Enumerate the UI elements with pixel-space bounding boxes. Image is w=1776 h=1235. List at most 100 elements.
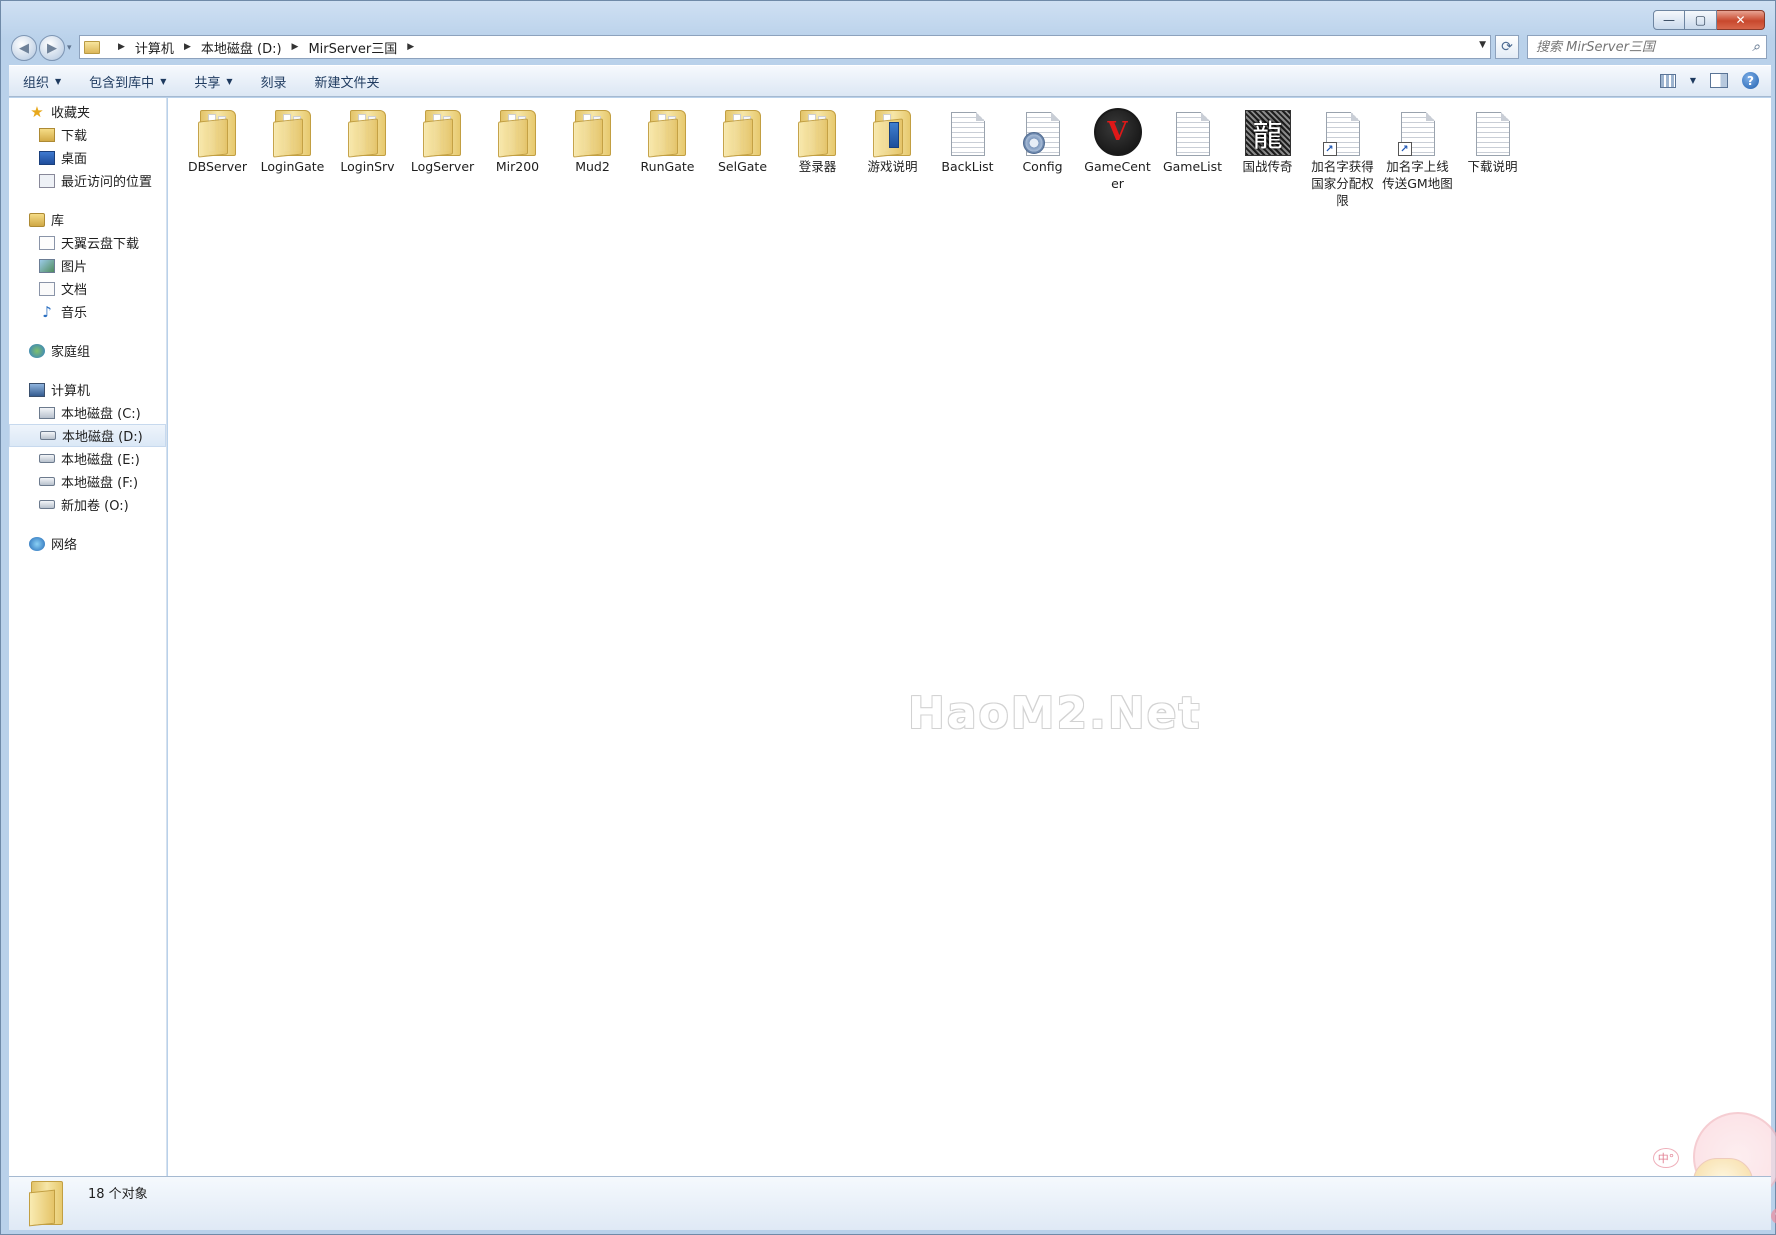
file-item-rungate[interactable]: RunGate: [630, 104, 705, 209]
command-bar: 组织 ▼ 包含到库中 ▼ 共享 ▼ 刻录 新建文件夹 ▼ ?: [9, 65, 1771, 97]
file-item-gamelist[interactable]: GameList: [1155, 104, 1230, 209]
book-folder-icon: [872, 110, 913, 158]
watermark-text: HaoM2.Net: [908, 688, 1202, 739]
sidebar-item-documents[interactable]: 文档: [9, 277, 166, 300]
hard-drive-icon: [39, 477, 55, 486]
file-item-mir200[interactable]: Mir200: [480, 104, 555, 209]
include-library-label: 包含到库中: [89, 75, 155, 91]
file-item-backlist[interactable]: BackList: [930, 104, 1005, 209]
address-bar[interactable]: ▶ 计算机 ▶ 本地磁盘 (D:) ▶ MirServer三国 ▶ ▼: [79, 35, 1491, 59]
file-item-shortcut-country-permission[interactable]: ↗ 加名字获得国家分配权限: [1305, 104, 1380, 209]
address-dropdown-icon[interactable]: ▼: [1479, 40, 1486, 50]
file-item-mud2[interactable]: Mud2: [555, 104, 630, 209]
breadcrumb-mirserver[interactable]: MirServer三国: [308, 38, 397, 57]
sidebar-item-music[interactable]: ♪ 音乐: [9, 300, 166, 323]
folder-icon: [422, 110, 463, 158]
sidebar-favorites[interactable]: ★ 收藏夹: [9, 100, 166, 123]
sidebar-item-desktop[interactable]: 桌面: [9, 146, 166, 169]
file-name: Mir200: [495, 159, 540, 174]
library-folder-icon: [39, 235, 55, 250]
sidebar-libraries[interactable]: 库: [9, 208, 166, 231]
text-file-icon: [1175, 112, 1210, 156]
organize-menu[interactable]: 组织 ▼: [9, 66, 75, 96]
share-menu[interactable]: 共享 ▼: [180, 66, 246, 96]
file-item-download-instructions[interactable]: 下载说明: [1455, 104, 1530, 209]
back-button[interactable]: ◀: [11, 35, 37, 61]
breadcrumb-separator[interactable]: ▶: [118, 42, 125, 52]
forward-button[interactable]: ▶: [39, 35, 65, 61]
file-item-config[interactable]: Config: [1005, 104, 1080, 209]
search-input[interactable]: [1536, 39, 1736, 55]
sidebar-item-label: 库: [51, 214, 65, 229]
file-item-logserver[interactable]: LogServer: [405, 104, 480, 209]
speech-bubble: 中°: [1653, 1148, 1679, 1168]
hard-drive-icon: [39, 454, 55, 463]
sidebar-item-cloud-downloads[interactable]: 天翼云盘下载: [9, 231, 166, 254]
sidebar-item-label: 天翼云盘下载: [61, 237, 140, 252]
address-row: ◀ ▶ ▾ ▶ 计算机 ▶ 本地磁盘 (D:) ▶ MirServer三国 ▶ ▼ ⟳…: [1, 33, 1776, 63]
folder-icon: [347, 110, 388, 158]
file-name: 加名字获得国家分配权限: [1311, 159, 1374, 208]
file-name: SelGate: [717, 159, 768, 174]
downloads-folder-icon: [39, 127, 55, 142]
file-item-guozhan-chuanqi[interactable]: 龍 国战传奇: [1230, 104, 1305, 209]
forward-arrow-icon: ▶: [47, 40, 57, 56]
preview-pane-icon[interactable]: [1710, 73, 1728, 88]
view-controls: ▼ ?: [1659, 72, 1759, 89]
minimize-button[interactable]: —: [1653, 10, 1685, 30]
network-icon: [29, 536, 45, 551]
navigation-pane: ★ 收藏夹 下载 桌面 最近访问的位置 库 天翼云盘下载 图片 文档 ♪ 音乐 家庭…: [9, 98, 167, 1176]
sidebar-item-recent-places[interactable]: 最近访问的位置: [9, 169, 166, 192]
sidebar-item-drive-e[interactable]: 本地磁盘 (E:): [9, 447, 166, 470]
sidebar-item-pictures[interactable]: 图片: [9, 254, 166, 277]
breadcrumb-separator[interactable]: ▶: [407, 42, 414, 52]
close-button[interactable]: ✕: [1717, 10, 1765, 30]
sidebar-item-drive-d[interactable]: 本地磁盘 (D:): [9, 424, 166, 447]
file-item-dbserver[interactable]: DBServer: [180, 104, 255, 209]
sidebar-item-drive-o[interactable]: 新加卷 (O:): [9, 493, 166, 516]
search-box: ⌕: [1527, 35, 1767, 59]
sidebar-network[interactable]: 网络: [9, 532, 166, 555]
burn-button[interactable]: 刻录: [247, 66, 301, 96]
recent-pages-dropdown[interactable]: ▾: [67, 43, 72, 53]
breadcrumb-separator[interactable]: ▶: [184, 42, 191, 52]
file-item-loginsrv[interactable]: LoginSrv: [330, 104, 405, 209]
new-folder-button[interactable]: 新建文件夹: [301, 66, 394, 96]
sidebar-item-label: 本地磁盘 (F:): [61, 476, 139, 491]
file-name: 国战传奇: [1242, 159, 1293, 174]
file-item-shortcut-gm-map[interactable]: ↗ 加名字上线传送GM地图: [1380, 104, 1455, 209]
sidebar-item-label: 本地磁盘 (D:): [62, 430, 143, 445]
include-in-library-menu[interactable]: 包含到库中 ▼: [75, 66, 180, 96]
breadcrumb-drive-d[interactable]: 本地磁盘 (D:): [201, 38, 282, 57]
explorer-window: — ▢ ✕ ◀ ▶ ▾ ▶ 计算机 ▶ 本地磁盘 (D:) ▶ MirServer三…: [0, 0, 1776, 1235]
sidebar-computer[interactable]: 计算机: [9, 378, 166, 401]
file-name: 登录器: [798, 159, 837, 174]
file-name: RunGate: [640, 159, 695, 174]
window-controls: — ▢ ✕: [1653, 10, 1765, 30]
shortcut-arrow-icon: ↗: [1397, 142, 1412, 156]
hard-drive-icon: [39, 500, 55, 509]
search-icon[interactable]: ⌕: [1752, 39, 1760, 55]
breadcrumb-separator[interactable]: ▶: [292, 42, 299, 52]
details-pane: 18 个对象: [9, 1176, 1771, 1230]
file-item-logingate[interactable]: LoginGate: [255, 104, 330, 209]
refresh-button[interactable]: ⟳: [1495, 35, 1519, 59]
sidebar-item-downloads[interactable]: 下载: [9, 123, 166, 146]
file-list-view[interactable]: DBServer LoginGate LoginSrv LogServer Mi…: [168, 98, 1776, 1224]
file-name: Config: [1022, 159, 1063, 174]
sidebar-homegroup[interactable]: 家庭组: [9, 339, 166, 362]
file-item-game-instructions[interactable]: 游戏说明: [855, 104, 930, 209]
help-icon[interactable]: ?: [1742, 72, 1759, 89]
view-options-dropdown[interactable]: ▼: [1690, 76, 1696, 85]
maximize-button[interactable]: ▢: [1685, 10, 1717, 30]
sidebar-item-drive-c[interactable]: 本地磁盘 (C:): [9, 401, 166, 424]
breadcrumb-computer[interactable]: 计算机: [135, 38, 174, 57]
change-view-icon[interactable]: [1659, 73, 1676, 88]
file-item-launcher[interactable]: 登录器: [780, 104, 855, 209]
file-name: BackList: [941, 159, 994, 174]
sidebar-item-drive-f[interactable]: 本地磁盘 (F:): [9, 470, 166, 493]
file-item-selgate[interactable]: SelGate: [705, 104, 780, 209]
file-item-gamecenter[interactable]: V GameCenter: [1080, 104, 1155, 209]
sidebar-item-label: 图片: [61, 260, 88, 275]
file-name: GameList: [1162, 159, 1223, 174]
